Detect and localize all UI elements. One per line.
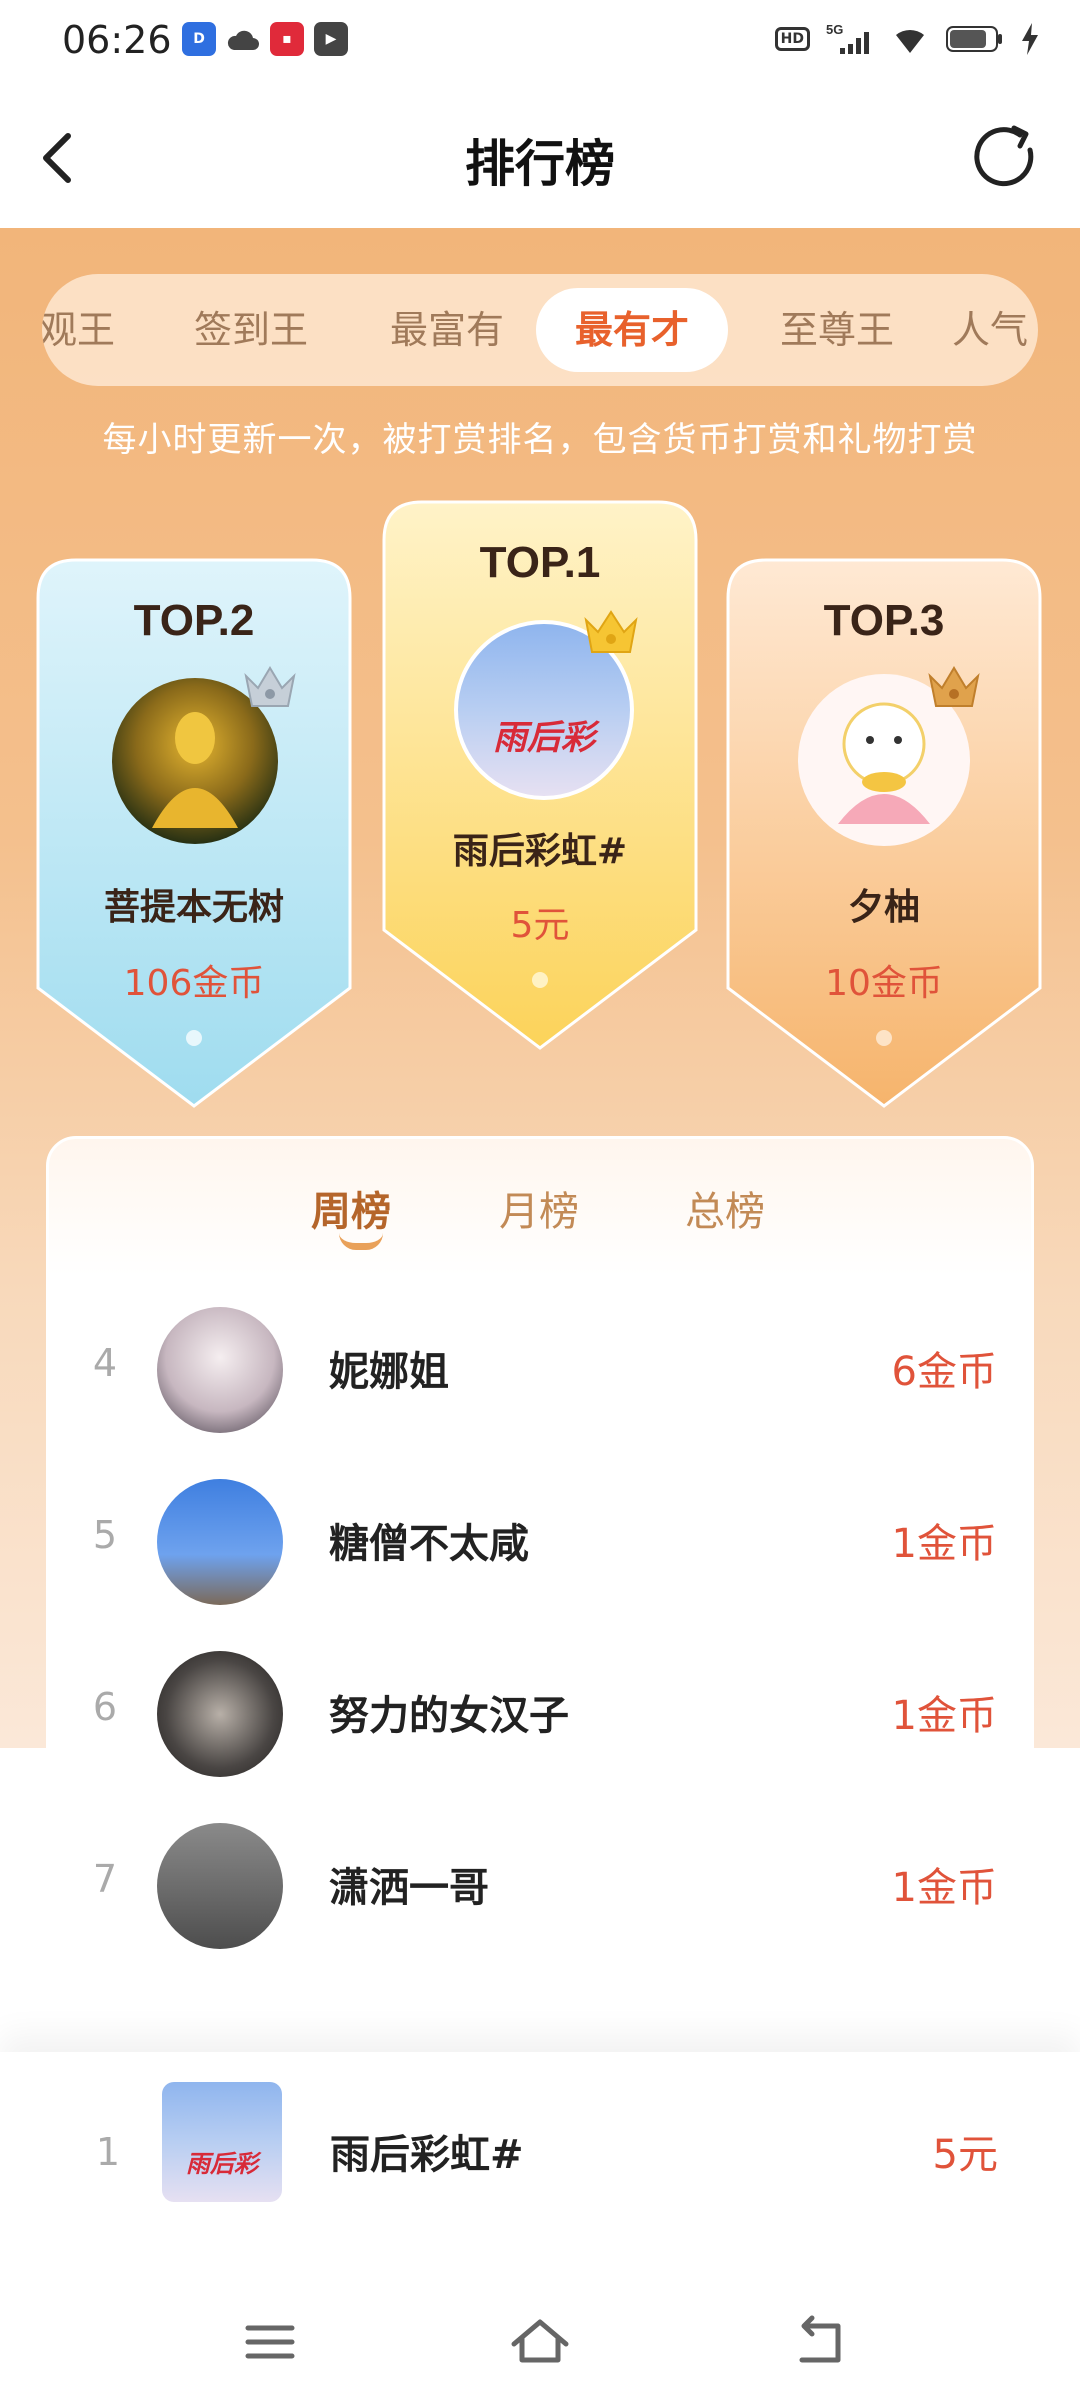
refresh-button[interactable]: [968, 120, 1042, 194]
podium-card-2[interactable]: TOP.2 菩提本无树 106金币: [36, 558, 352, 1108]
card-rank-label: TOP.3: [823, 596, 945, 645]
status-bar: 06:26 D ▪ ▶ HD 5G: [0, 0, 1080, 88]
list-item[interactable]: 7 潇洒一哥 1金币: [49, 1799, 1037, 1971]
row-rank: 5: [92, 1513, 118, 1557]
cloud-icon: [226, 22, 260, 56]
refresh-icon: [974, 125, 1034, 187]
system-nav-bar: [0, 2272, 1080, 2408]
avatar-text: 雨后彩: [493, 718, 595, 758]
podium-card-3[interactable]: TOP.3 夕柚 10金币: [726, 558, 1042, 1108]
row-rank: 6: [92, 1685, 118, 1729]
list-item[interactable]: 4 妮娜姐 6金币: [49, 1283, 1037, 1455]
crown-bronze-icon: [928, 666, 980, 707]
app-d-icon: D: [182, 22, 216, 56]
card-name: 菩提本无树: [103, 887, 284, 928]
card-name: 雨后彩虹#: [452, 831, 628, 872]
card-rank-label: TOP.1: [479, 538, 601, 587]
podium-card-1[interactable]: TOP.1 雨后彩 雨后彩虹# 5元: [382, 500, 698, 1050]
update-notice: 每小时更新一次，被打赏排名，包含货币打赏和礼物打赏: [102, 420, 978, 460]
row-name: 妮娜姐: [329, 1349, 449, 1395]
list-item[interactable]: 5 糖僧不太咸 1金币: [49, 1455, 1037, 1627]
avatar-text: 雨后彩: [186, 2150, 258, 2178]
row-amount: 1金币: [891, 1693, 997, 1739]
my-amount: 5元: [932, 2132, 998, 2178]
my-rank-bar[interactable]: 1 雨后彩 雨后彩虹# 5元: [0, 2052, 1080, 2272]
card-amount: 5元: [510, 905, 570, 946]
my-rank: 1: [95, 2130, 121, 2174]
row-name: 努力的女汉子: [329, 1693, 569, 1739]
home-icon: [511, 2319, 569, 2363]
tab-category-0[interactable]: 观王: [42, 274, 142, 386]
page-title: 排行榜: [465, 135, 615, 193]
card-name: 夕柚: [847, 887, 920, 928]
active-tab-indicator: [339, 1233, 383, 1250]
avatar: [157, 1823, 283, 1949]
back-nav-icon: [799, 2315, 841, 2363]
tab-category-1[interactable]: 签到王: [166, 274, 336, 386]
signal-icon: 5G: [826, 22, 869, 54]
home-button[interactable]: [500, 2302, 580, 2382]
tab-weekly[interactable]: 周榜: [311, 1179, 391, 1237]
row-amount: 6金币: [891, 1349, 997, 1395]
row-amount: 1金币: [891, 1865, 997, 1911]
my-avatar: 雨后彩: [162, 2082, 282, 2202]
tab-category-4[interactable]: 至尊王: [752, 274, 922, 386]
crown-silver-icon: [244, 666, 296, 707]
card-amount: 106金币: [123, 963, 265, 1004]
tab-category-3[interactable]: 最有才: [536, 288, 728, 372]
back-nav-button[interactable]: [780, 2302, 860, 2382]
avatar: [157, 1307, 283, 1433]
avatar: [157, 1651, 283, 1777]
hd-icon: HD: [774, 27, 810, 51]
row-rank: 7: [92, 1857, 118, 1901]
row-amount: 1金币: [891, 1521, 997, 1567]
row-name: 糖僧不太咸: [329, 1521, 529, 1567]
card-amount: 10金币: [825, 963, 943, 1004]
card-rank-label: TOP.2: [133, 596, 255, 645]
play-icon: ▶: [314, 22, 348, 56]
tab-monthly[interactable]: 月榜: [499, 1179, 579, 1237]
tab-total[interactable]: 总榜: [685, 1179, 765, 1237]
system-icons: HD 5G: [774, 22, 1040, 56]
menu-icon: [245, 2325, 295, 2359]
tab-category-5[interactable]: 人气: [952, 274, 1038, 386]
my-name: 雨后彩虹#: [330, 2132, 524, 2178]
wifi-icon: [896, 29, 924, 53]
app-header: 排行榜: [0, 88, 1080, 228]
status-time: 06:26: [62, 18, 172, 62]
avatar: [157, 1479, 283, 1605]
notification-icons: D ▪ ▶: [182, 22, 348, 56]
ranking-list-panel: 周榜 月榜 总榜 4 妮娜姐 6金币 5 糖僧不太咸 1金币 6 努力的女汉子 …: [46, 1136, 1034, 2116]
red-app-icon: ▪: [270, 22, 304, 56]
row-name: 潇洒一哥: [329, 1865, 489, 1911]
tab-category-2[interactable]: 最富有: [362, 274, 532, 386]
battery-icon: [946, 26, 1002, 52]
crown-gold-icon: [584, 610, 638, 653]
charging-icon: [1022, 23, 1038, 55]
menu-button[interactable]: [230, 2302, 310, 2382]
list-item[interactable]: 6 努力的女汉子 1金币: [49, 1627, 1037, 1799]
network-type-label: 5G: [826, 22, 843, 37]
category-tabs: 观王 签到王 最富有 最有才 至尊王 人气: [42, 274, 1038, 386]
row-rank: 4: [92, 1341, 118, 1385]
